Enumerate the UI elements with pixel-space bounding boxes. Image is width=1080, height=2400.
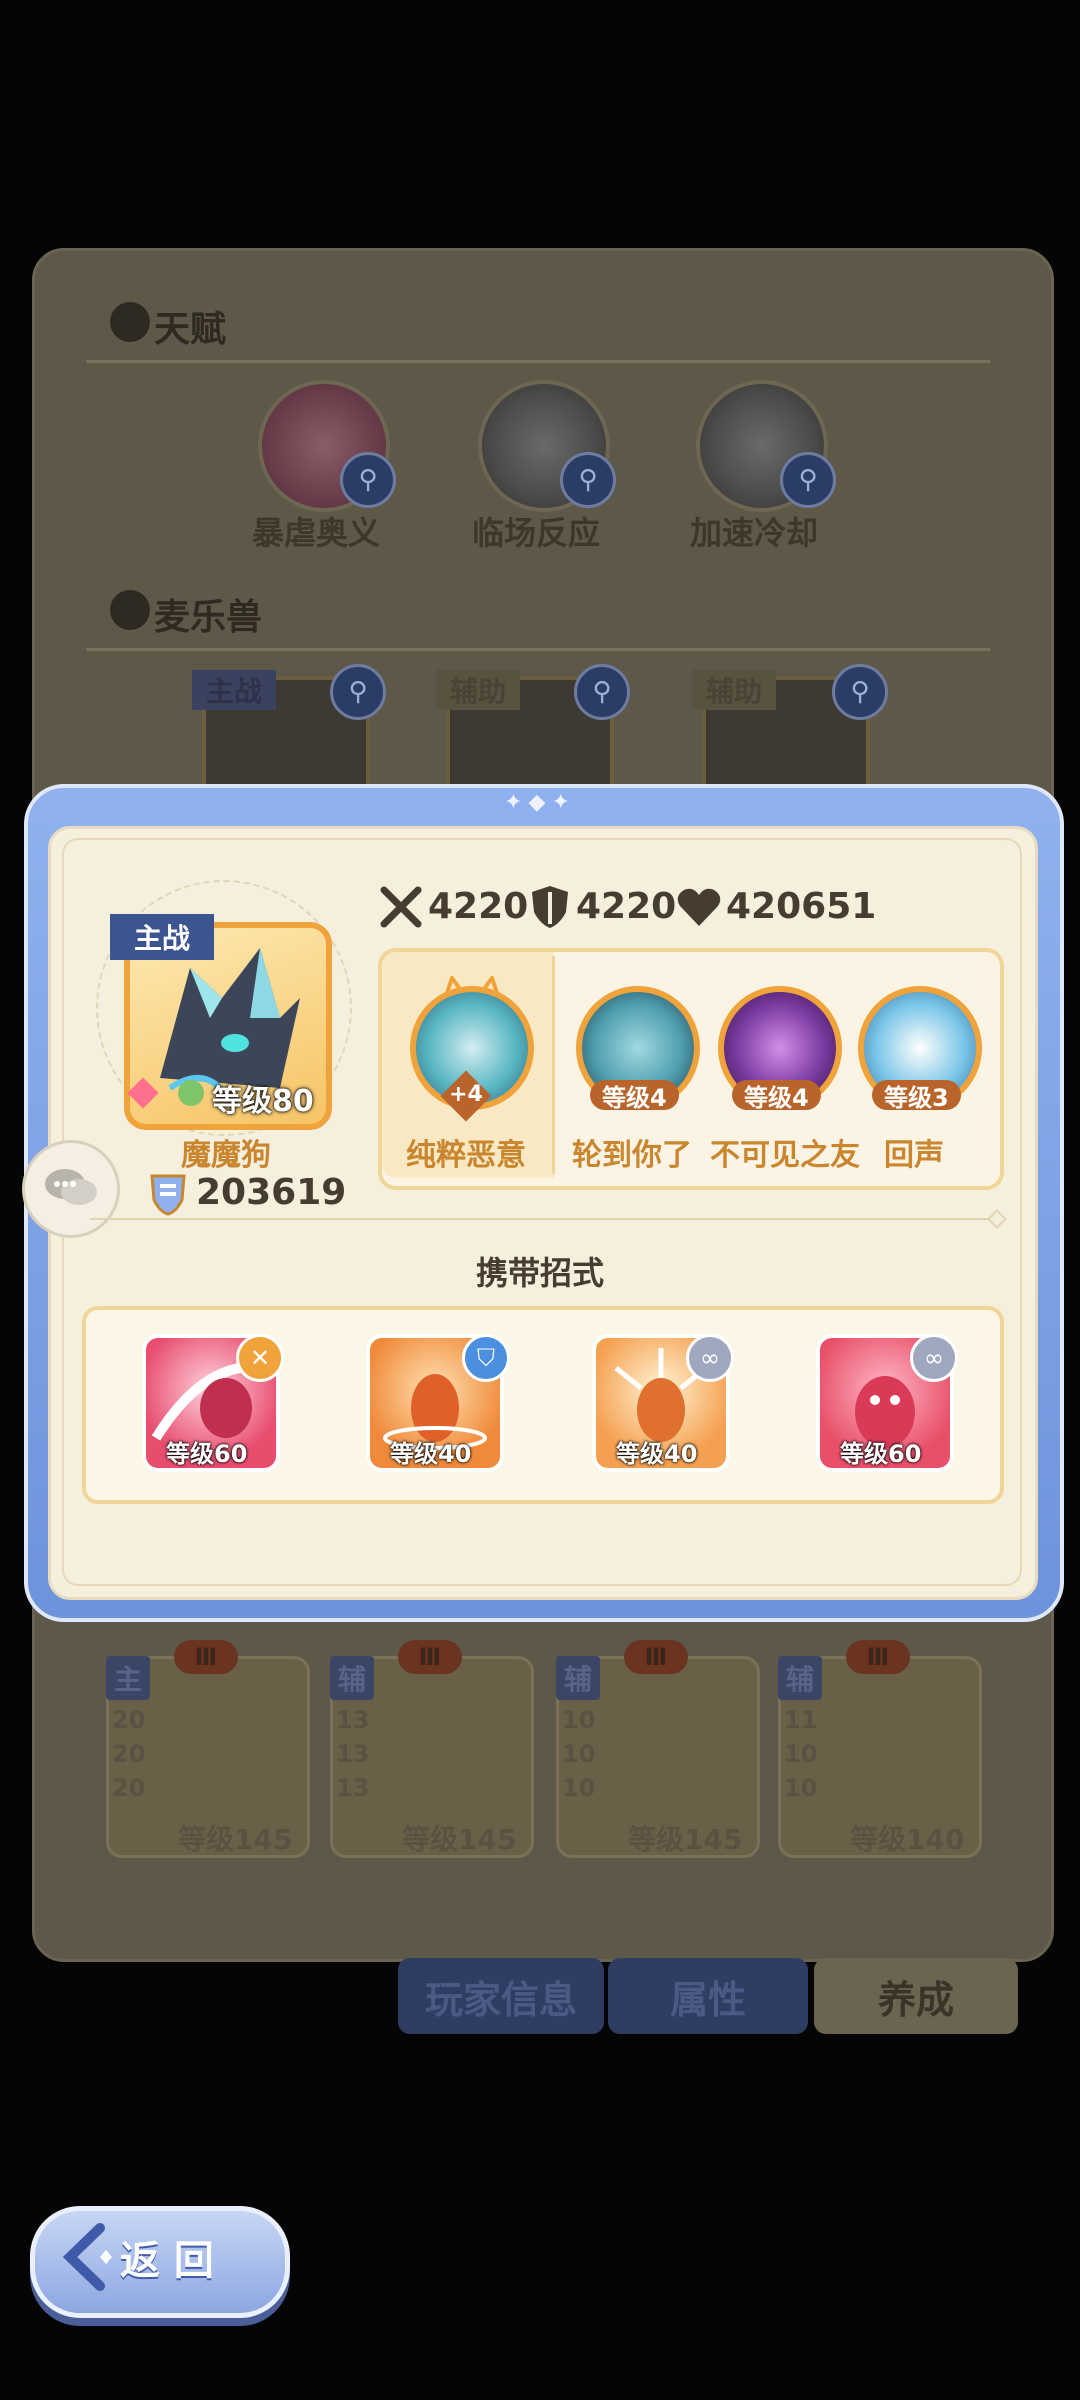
- pet-card-tag: 辅助: [692, 670, 777, 710]
- equipment-card-tag: 辅: [778, 1656, 822, 1700]
- equipment-stat: 11: [784, 1706, 818, 1734]
- equipment-card-tag: 辅: [330, 1656, 374, 1700]
- magnify-icon[interactable]: ⚲: [780, 452, 836, 508]
- talent-label: 暴虐奥义: [252, 514, 381, 552]
- tab-cultivation[interactable]: 养成: [814, 1958, 1018, 2034]
- talent-label: 临场反应: [472, 514, 601, 552]
- skill-level: 等级4: [732, 1080, 821, 1112]
- defense-shield-icon: [532, 886, 568, 928]
- move-level: 等级40: [390, 1440, 472, 1468]
- back-arrow-icon: [62, 2223, 112, 2291]
- move-level: 等级60: [840, 1440, 922, 1468]
- equipment-stat: 13: [336, 1774, 370, 1802]
- skill-name: 轮到你了: [572, 1138, 692, 1173]
- equipment-stat: 10: [562, 1706, 596, 1734]
- equipment-stat: 10: [784, 1740, 818, 1768]
- section-divider: [86, 360, 990, 363]
- skill-divider: [552, 956, 555, 1174]
- equipment-stat: 13: [336, 1706, 370, 1734]
- equipment-card-tag: 辅: [556, 1656, 600, 1700]
- move-level: 等级40: [616, 1440, 698, 1468]
- equipment-tier: Ⅲ: [398, 1640, 462, 1674]
- talent-section-title: 天赋: [154, 309, 227, 350]
- pet-card-tag: 主战: [192, 670, 277, 710]
- defense-value: 4220: [576, 886, 677, 927]
- skill-level: 等级4: [590, 1080, 679, 1112]
- link-icon: ∞: [686, 1334, 734, 1382]
- equipment-tier: Ⅲ: [174, 1640, 238, 1674]
- hp-value: 420651: [726, 886, 877, 927]
- equipment-tier: Ⅲ: [624, 1640, 688, 1674]
- chat-button[interactable]: [22, 1140, 120, 1238]
- equipment-level: 等级145: [402, 1823, 517, 1856]
- chat-bubble-icon: [45, 1169, 97, 1205]
- modal-ornament-icon: ✦◆✦: [504, 790, 576, 815]
- hp-heart-icon: [677, 888, 721, 926]
- pet-role-tag: 主战: [110, 914, 214, 960]
- equipment-stat: 13: [336, 1740, 370, 1768]
- shield-icon: ⛉: [462, 1334, 510, 1382]
- skill-plus-badge: +4: [449, 1082, 483, 1107]
- equipment-stat: 20: [112, 1740, 146, 1768]
- pet-card-tag: 辅助: [436, 670, 521, 710]
- equipment-tier: Ⅲ: [846, 1640, 910, 1674]
- pet-name: 魔魔狗: [181, 1138, 271, 1173]
- magnify-icon[interactable]: ⚲: [340, 452, 396, 508]
- magnify-icon[interactable]: ⚲: [330, 664, 386, 720]
- magnify-icon[interactable]: ⚲: [574, 664, 630, 720]
- equipment-stat: 20: [112, 1774, 146, 1802]
- equipment-level: 等级145: [628, 1823, 743, 1856]
- equipment-level: 等级140: [850, 1823, 965, 1856]
- link-icon: ∞: [910, 1334, 958, 1382]
- back-button-label: 返 回: [120, 2238, 214, 2284]
- equipment-card-tag: 主: [106, 1656, 150, 1700]
- skill-name: 纯粹恶意: [406, 1138, 526, 1173]
- skill-name: 回声: [884, 1138, 944, 1173]
- pets-section-icon: [110, 590, 150, 630]
- leaf-element-icon: [178, 1080, 204, 1106]
- attack-value: 4220: [428, 886, 529, 927]
- talent-section-icon: [110, 302, 150, 342]
- equipment-level: 等级145: [178, 1823, 293, 1856]
- skill-name: 不可见之友: [710, 1138, 860, 1173]
- equipment-stat: 10: [784, 1774, 818, 1802]
- move-level: 等级60: [166, 1440, 248, 1468]
- power-value: 203619: [196, 1172, 347, 1213]
- cross-swords-icon: ✕: [236, 1334, 284, 1382]
- magnify-icon[interactable]: ⚲: [832, 664, 888, 720]
- modal-divider: [90, 1218, 990, 1220]
- attack-swords-icon: [380, 886, 422, 928]
- equipment-stat: 20: [112, 1706, 146, 1734]
- moves-title: 携带招式: [475, 1254, 604, 1292]
- tab-player-info[interactable]: 玩家信息: [398, 1958, 604, 2034]
- cat-ears-icon: [442, 973, 502, 997]
- pets-section-title: 麦乐兽: [154, 597, 263, 638]
- pet-level: 等级80: [212, 1084, 314, 1119]
- magnify-icon[interactable]: ⚲: [560, 452, 616, 508]
- equipment-stat: 10: [562, 1740, 596, 1768]
- equipment-stat: 10: [562, 1774, 596, 1802]
- power-badge-icon: [150, 1174, 186, 1216]
- skill-level: 等级3: [872, 1080, 961, 1112]
- tab-attributes[interactable]: 属性: [608, 1958, 808, 2034]
- section-divider: [86, 648, 990, 651]
- talent-label: 加速冷却: [690, 514, 819, 552]
